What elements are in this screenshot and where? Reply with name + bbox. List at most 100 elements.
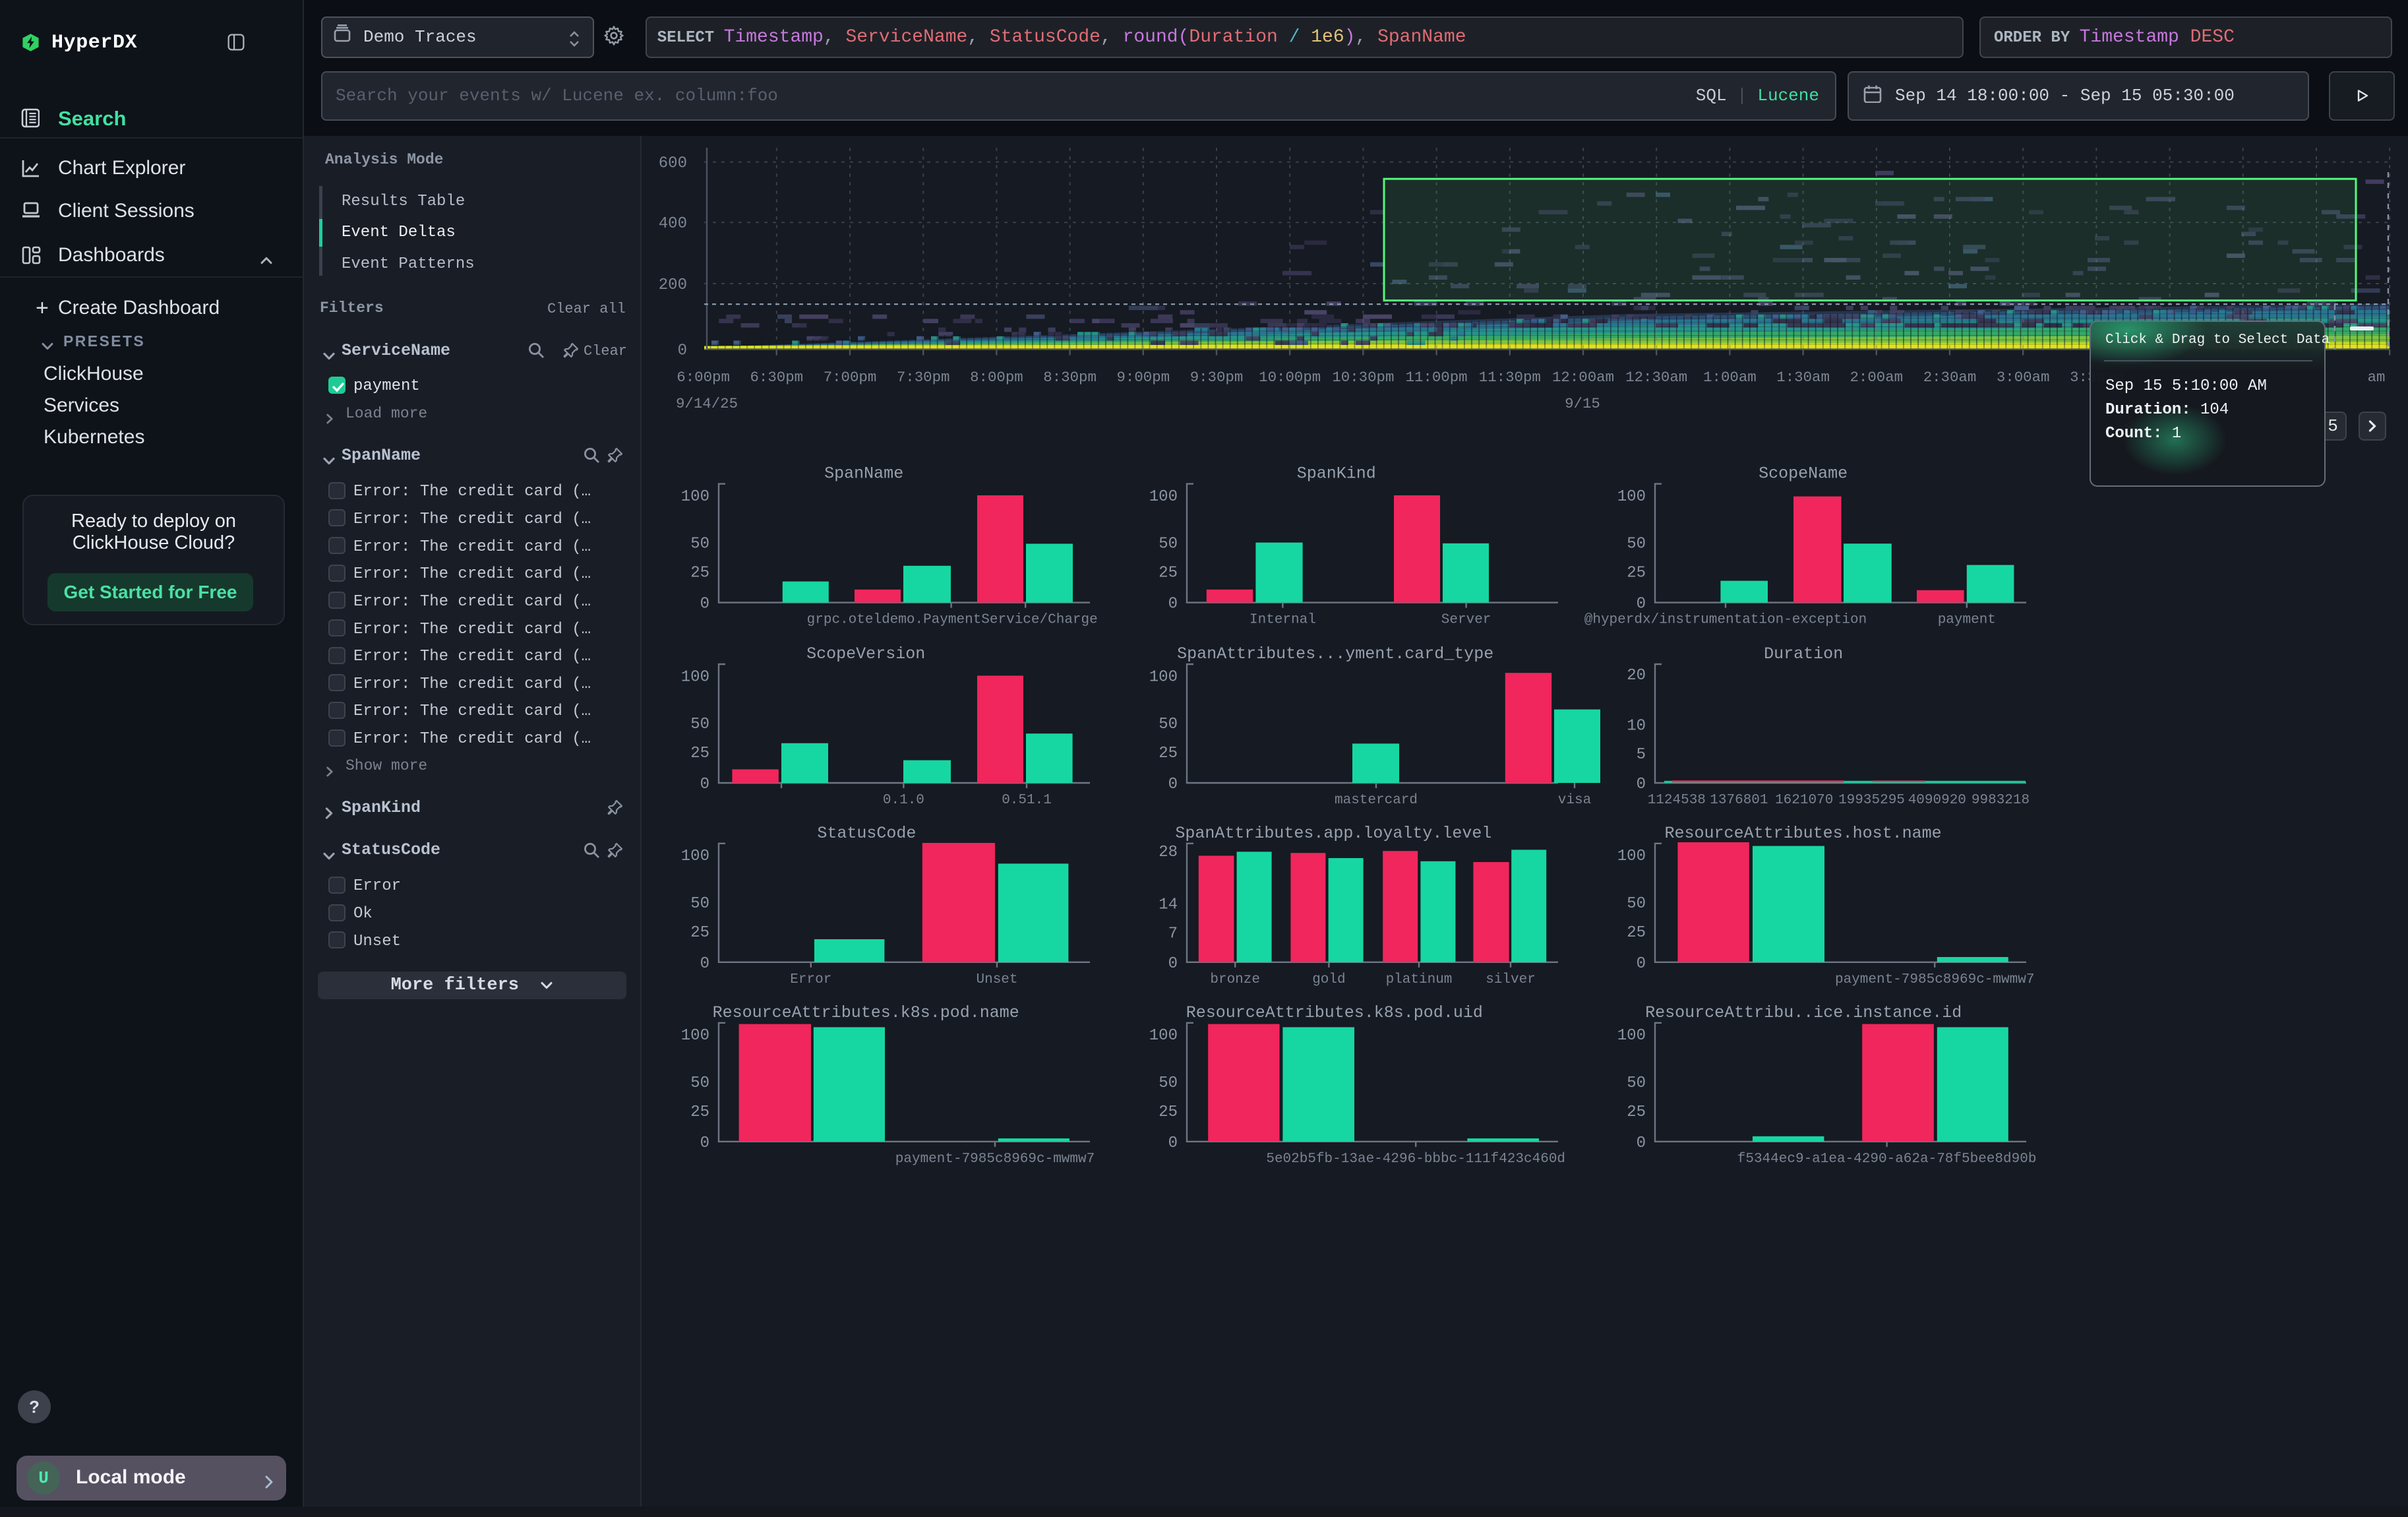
svg-text:4090920: 4090920 bbox=[1908, 793, 1966, 808]
svg-text:0: 0 bbox=[700, 955, 709, 973]
svg-text:1376801: 1376801 bbox=[1710, 793, 1768, 808]
svg-text:19935295: 19935295 bbox=[1838, 793, 1905, 808]
svg-text:payment-7985c8969c-mwmw7: payment-7985c8969c-mwmw7 bbox=[895, 1152, 1095, 1167]
svg-text:ResourceAttributes.k8s.pod.uid: ResourceAttributes.k8s.pod.uid bbox=[1186, 1003, 1483, 1022]
svg-text:bronze: bronze bbox=[1210, 972, 1260, 987]
svg-text:0: 0 bbox=[1637, 955, 1646, 973]
svg-text:2:30am: 2:30am bbox=[1923, 369, 1977, 386]
svg-text:50: 50 bbox=[1627, 895, 1646, 913]
svg-text:mastercard: mastercard bbox=[1335, 793, 1418, 808]
svg-text:SpanKind: SpanKind bbox=[1297, 464, 1376, 483]
svg-text:100: 100 bbox=[1617, 848, 1646, 865]
svg-text:visa: visa bbox=[1558, 793, 1591, 808]
svg-text:28: 28 bbox=[1159, 844, 1178, 861]
svg-text:100: 100 bbox=[681, 488, 709, 506]
svg-text:0: 0 bbox=[1168, 596, 1178, 613]
svg-text:2:00am: 2:00am bbox=[1850, 369, 1903, 386]
svg-text:7:00pm: 7:00pm bbox=[824, 369, 877, 386]
svg-text:8:00pm: 8:00pm bbox=[970, 369, 1023, 386]
svg-text:1124538: 1124538 bbox=[1648, 793, 1706, 808]
svg-text:50: 50 bbox=[1159, 1074, 1178, 1092]
svg-text:400: 400 bbox=[659, 215, 687, 233]
svg-text:50: 50 bbox=[690, 1074, 709, 1092]
svg-text:11:30pm: 11:30pm bbox=[1479, 369, 1541, 386]
svg-text:Unset: Unset bbox=[976, 972, 1017, 987]
svg-text:100: 100 bbox=[681, 1027, 709, 1045]
svg-text:Error: Error bbox=[790, 972, 831, 987]
svg-text:100: 100 bbox=[681, 848, 709, 865]
svg-text:25: 25 bbox=[1159, 745, 1178, 762]
svg-text:1:00am: 1:00am bbox=[1703, 369, 1757, 386]
svg-text:0: 0 bbox=[1637, 596, 1646, 613]
svg-text:100: 100 bbox=[1149, 668, 1178, 686]
svg-text:ResourceAttributes.host.name: ResourceAttributes.host.name bbox=[1665, 824, 1942, 843]
svg-text:50: 50 bbox=[690, 895, 709, 913]
svg-text:SpanName: SpanName bbox=[824, 464, 903, 483]
svg-text:5e02b5fb-13ae-4296-bbbc-111f42: 5e02b5fb-13ae-4296-bbbc-111f423c460d bbox=[1266, 1152, 1565, 1167]
svg-text:25: 25 bbox=[690, 565, 709, 582]
svg-text:12:30am: 12:30am bbox=[1625, 369, 1687, 386]
svg-text:50: 50 bbox=[690, 536, 709, 553]
svg-text:0: 0 bbox=[700, 1134, 709, 1152]
svg-text:ResourceAttributes.k8s.pod.nam: ResourceAttributes.k8s.pod.name bbox=[713, 1003, 1019, 1022]
svg-text:25: 25 bbox=[690, 1103, 709, 1121]
svg-text:0: 0 bbox=[700, 596, 709, 613]
svg-text:8:30pm: 8:30pm bbox=[1043, 369, 1097, 386]
svg-text:ScopeName: ScopeName bbox=[1759, 464, 1848, 483]
svg-text:0: 0 bbox=[700, 776, 709, 793]
svg-text:Internal: Internal bbox=[1249, 613, 1316, 628]
svg-text:payment: payment bbox=[1938, 613, 1996, 628]
svg-text:0: 0 bbox=[1637, 1134, 1646, 1152]
svg-text:1621070: 1621070 bbox=[1775, 793, 1833, 808]
svg-text:7: 7 bbox=[1168, 925, 1178, 943]
svg-text:20: 20 bbox=[1627, 667, 1646, 685]
svg-text:Server: Server bbox=[1441, 613, 1491, 628]
svg-text:100: 100 bbox=[1149, 488, 1178, 506]
svg-text:f5344ec9-a1ea-4290-a62a-78f5be: f5344ec9-a1ea-4290-a62a-78f5bee8d90b bbox=[1737, 1152, 2037, 1167]
svg-text:grpc.oteldemo.PaymentService/C: grpc.oteldemo.PaymentService/Charge bbox=[807, 613, 1098, 628]
svg-text:0: 0 bbox=[1168, 1134, 1178, 1152]
svg-text:5: 5 bbox=[1637, 746, 1646, 764]
svg-text:50: 50 bbox=[690, 716, 709, 733]
svg-text:7:30pm: 7:30pm bbox=[897, 369, 950, 386]
svg-text:SpanAttributes...yment.card_ty: SpanAttributes...yment.card_type bbox=[1177, 644, 1493, 664]
svg-text:100: 100 bbox=[1617, 488, 1646, 506]
svg-text:0: 0 bbox=[1168, 955, 1178, 973]
svg-text:ResourceAttribu..ice.instance.: ResourceAttribu..ice.instance.id bbox=[1645, 1003, 1962, 1022]
svg-text:100: 100 bbox=[1149, 1027, 1178, 1045]
svg-text:ScopeVersion: ScopeVersion bbox=[806, 644, 925, 664]
svg-text:0.1.0: 0.1.0 bbox=[883, 793, 924, 808]
svg-text:0: 0 bbox=[1168, 776, 1178, 793]
svg-text:9/14/25: 9/14/25 bbox=[676, 395, 738, 412]
svg-text:11:00pm: 11:00pm bbox=[1406, 369, 1468, 386]
svg-text:50: 50 bbox=[1159, 716, 1178, 733]
svg-text:0: 0 bbox=[1637, 776, 1646, 793]
svg-text:50: 50 bbox=[1627, 536, 1646, 553]
svg-text:9:30pm: 9:30pm bbox=[1190, 369, 1244, 386]
svg-text:25: 25 bbox=[1627, 565, 1646, 582]
svg-text:25: 25 bbox=[1159, 1103, 1178, 1121]
svg-text:200: 200 bbox=[659, 276, 687, 294]
svg-text:silver: silver bbox=[1486, 972, 1536, 987]
svg-text:25: 25 bbox=[1159, 565, 1178, 582]
svg-text:9:00pm: 9:00pm bbox=[1116, 369, 1170, 386]
svg-text:25: 25 bbox=[690, 924, 709, 942]
svg-text:1:30am: 1:30am bbox=[1776, 369, 1830, 386]
svg-text:0: 0 bbox=[678, 342, 687, 360]
svg-text:Duration: Duration bbox=[1764, 644, 1843, 664]
svg-text:100: 100 bbox=[1617, 1027, 1646, 1045]
svg-text:25: 25 bbox=[690, 745, 709, 762]
svg-text:50: 50 bbox=[1627, 1074, 1646, 1092]
svg-text:StatusCode: StatusCode bbox=[817, 824, 916, 843]
svg-text:10:00pm: 10:00pm bbox=[1259, 369, 1321, 386]
svg-text:10: 10 bbox=[1627, 718, 1646, 735]
svg-text:100: 100 bbox=[681, 668, 709, 686]
svg-text:SpanAttributes.app.loyalty.lev: SpanAttributes.app.loyalty.level bbox=[1175, 824, 1491, 843]
svg-text:600: 600 bbox=[659, 155, 687, 173]
svg-text:9/15: 9/15 bbox=[1565, 395, 1600, 412]
svg-text:14: 14 bbox=[1159, 896, 1178, 914]
svg-text:@hyperdx/instrumentation-excep: @hyperdx/instrumentation-exception bbox=[1584, 613, 1867, 628]
svg-text:10:30pm: 10:30pm bbox=[1332, 369, 1394, 386]
svg-text:50: 50 bbox=[1159, 536, 1178, 553]
svg-text:6:00pm: 6:00pm bbox=[677, 369, 730, 386]
